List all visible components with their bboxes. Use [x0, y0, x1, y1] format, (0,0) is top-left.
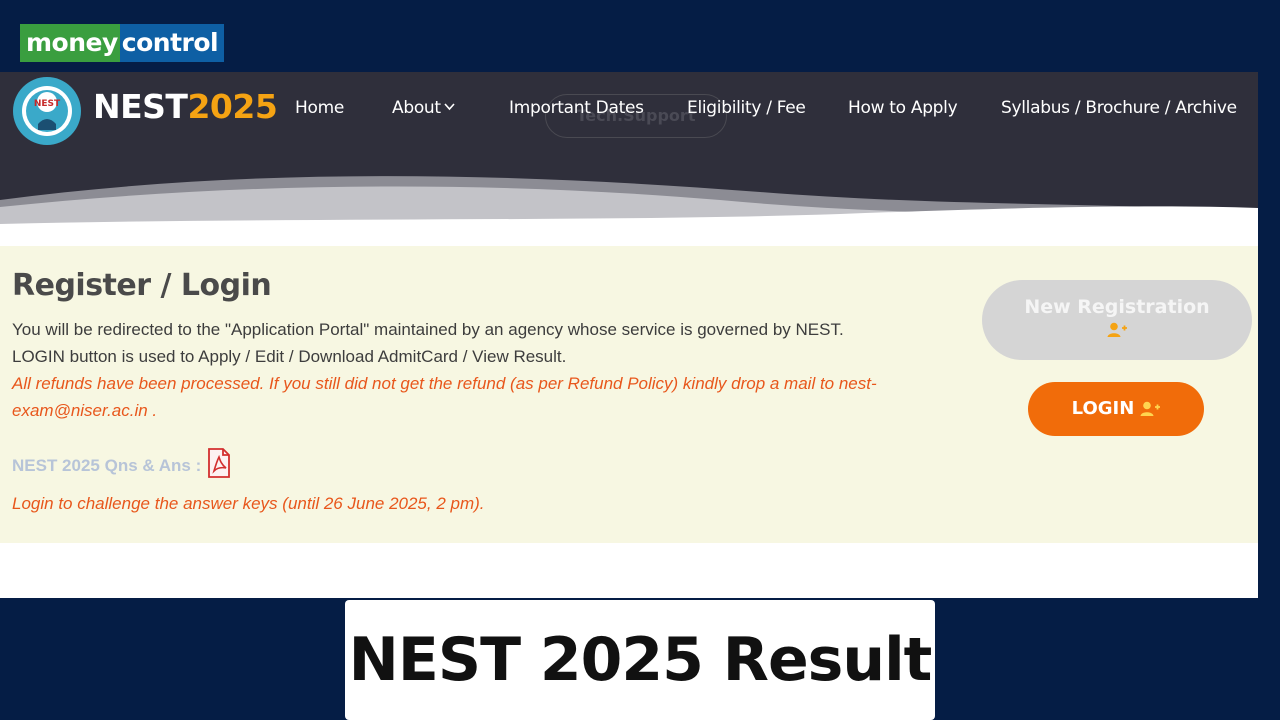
- redirect-info-text: You will be redirected to the "Applicati…: [12, 320, 844, 339]
- challenge-notice: Login to challenge the answer keys (unti…: [12, 494, 485, 513]
- register-login-section: Register / Login You will be redirected …: [0, 246, 1258, 543]
- logo-control-text: control: [119, 24, 225, 62]
- logo-money-text: money: [20, 24, 120, 62]
- nav-syllabus-brochure-archive[interactable]: Syllabus / Brochure / Archive: [1001, 98, 1237, 118]
- pdf-icon[interactable]: [207, 448, 231, 478]
- section-heading: Register / Login: [12, 268, 272, 303]
- new-registration-button[interactable]: New Registration: [982, 280, 1252, 360]
- qns-ans-label: NEST 2025 Qns & Ans :: [12, 456, 202, 475]
- user-add-icon: [1107, 322, 1127, 337]
- nav-eligibility-fee[interactable]: Eligibility / Fee: [687, 98, 806, 118]
- site-header: NEST NEST2025 Tech.Support Home About Im…: [0, 72, 1258, 247]
- login-label: LOGIN: [1071, 398, 1135, 419]
- new-registration-label: New Registration: [1024, 296, 1210, 318]
- nav-important-dates[interactable]: Important Dates: [509, 98, 644, 118]
- moneycontrol-logo: money control: [20, 24, 225, 62]
- nav-about-label: About: [392, 98, 441, 118]
- chevron-down-icon: [444, 103, 455, 111]
- nav-home[interactable]: Home: [295, 98, 344, 118]
- result-caption: NEST 2025 Result: [348, 625, 933, 695]
- main-nav: Home About Important Dates Eligibility /…: [0, 98, 1258, 122]
- login-button[interactable]: LOGIN: [1028, 382, 1204, 436]
- qns-ans-row: NEST 2025 Qns & Ans :: [12, 448, 231, 478]
- website-screenshot: NEST NEST2025 Tech.Support Home About Im…: [0, 72, 1258, 598]
- login-info-text: LOGIN button is used to Apply / Edit / D…: [12, 347, 567, 366]
- user-add-icon: [1140, 401, 1161, 416]
- result-caption-box: NEST 2025 Result: [345, 600, 935, 720]
- refund-notice: All refunds have been processed. If you …: [12, 374, 877, 420]
- nav-how-to-apply[interactable]: How to Apply: [848, 98, 958, 118]
- nav-about[interactable]: About: [392, 98, 455, 118]
